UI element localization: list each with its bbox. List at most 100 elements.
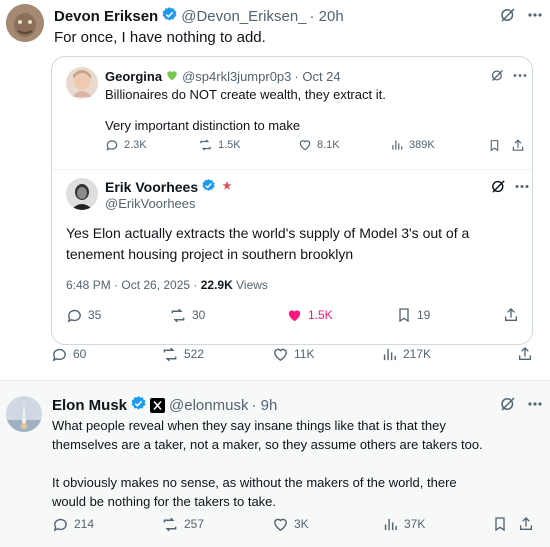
nested-repost-button[interactable]: 30 bbox=[169, 307, 205, 324]
reply-icon bbox=[52, 516, 69, 533]
nested-author-handle[interactable]: @ErikVoorhees bbox=[105, 196, 196, 211]
nested-views-label: Views bbox=[236, 278, 268, 292]
reply-icon bbox=[51, 346, 68, 363]
quote-repost-button[interactable]: 1.5K bbox=[198, 138, 241, 152]
nested-text-line2: tenement housing project in southern bro… bbox=[66, 246, 354, 262]
quote-more-icon[interactable] bbox=[513, 68, 527, 88]
nested-share-button[interactable] bbox=[503, 306, 519, 324]
repost-icon bbox=[169, 307, 187, 324]
quote-author-name[interactable]: Georgina bbox=[105, 69, 162, 84]
reply-count: 214 bbox=[74, 517, 95, 531]
like-button[interactable]: 11K bbox=[272, 346, 314, 363]
nested-bookmark-button[interactable]: 19 bbox=[396, 306, 430, 324]
reply-icon bbox=[105, 138, 119, 152]
heart-icon bbox=[298, 138, 312, 152]
nested-author-name[interactable]: Erik Voorhees bbox=[105, 179, 198, 195]
repost-count: 522 bbox=[184, 347, 205, 361]
views-count: 217K bbox=[403, 347, 432, 361]
repost-icon bbox=[161, 346, 179, 363]
views-icon bbox=[381, 346, 398, 363]
author-handle[interactable]: @elonmusk bbox=[169, 397, 248, 414]
quoted-post[interactable]: Georgina @sp4rkl3jumpr0p3 · Oct 24 Billi… bbox=[51, 56, 533, 345]
bookmark-icon bbox=[396, 306, 412, 324]
post-text-p2-line2: would be nothing for the takers to take. bbox=[52, 494, 277, 509]
post-time[interactable]: · 20h bbox=[310, 8, 344, 25]
bookmark-button[interactable] bbox=[492, 515, 508, 533]
repost-button[interactable]: 257 bbox=[161, 516, 204, 533]
quote-text-line1: Billionaires do NOT create wealth, they … bbox=[105, 87, 386, 102]
quote-bookmark-button[interactable] bbox=[488, 138, 501, 153]
avatar-devon[interactable] bbox=[6, 4, 44, 42]
reply-button[interactable]: 60 bbox=[51, 346, 86, 363]
nested-like-count: 1.5K bbox=[308, 308, 333, 322]
post-devon[interactable]: Devon Eriksen @Devon_Eriksen_ · 20h For … bbox=[0, 0, 550, 380]
nested-grok-icon[interactable] bbox=[490, 178, 507, 200]
post-text: For once, I have nothing to add. bbox=[54, 29, 266, 46]
heart-filled-icon bbox=[286, 307, 303, 324]
like-count: 11K bbox=[294, 347, 315, 361]
views-button[interactable]: 217K bbox=[381, 346, 431, 363]
repost-count: 257 bbox=[184, 517, 205, 531]
avatar-elon[interactable] bbox=[6, 396, 42, 432]
verified-badge-icon bbox=[201, 178, 216, 196]
avatar-georgina[interactable] bbox=[66, 67, 98, 99]
nested-timestamp-row: 6:48 PM · Oct 26, 2025 · 22.9K Views bbox=[66, 277, 268, 293]
quote-share-button[interactable] bbox=[511, 138, 525, 153]
reply-button[interactable]: 214 bbox=[52, 516, 94, 533]
post-text-p2-line1: It obviously makes no sense, as without … bbox=[52, 475, 457, 490]
repost-icon bbox=[198, 138, 213, 152]
verified-badge-icon bbox=[130, 395, 147, 416]
nested-reply-button[interactable]: 35 bbox=[66, 307, 101, 324]
quote-views-button[interactable]: 389K bbox=[390, 138, 435, 152]
quote-views-count: 389K bbox=[409, 139, 435, 151]
quote-author-handle[interactable]: @sp4rkl3jumpr0p3 bbox=[182, 69, 291, 84]
nested-views-count: 22.9K bbox=[200, 278, 233, 292]
post-elon[interactable]: Elon Musk @elonmusk · 9h What people rev… bbox=[0, 380, 550, 547]
nested-timestamp[interactable]: 6:48 PM · Oct 26, 2025 · bbox=[66, 278, 197, 292]
author-name[interactable]: Elon Musk bbox=[52, 397, 127, 414]
reply-count: 60 bbox=[73, 347, 87, 361]
views-count: 37K bbox=[404, 517, 426, 531]
more-icon[interactable] bbox=[527, 395, 543, 418]
author-name[interactable]: Devon Eriksen bbox=[54, 8, 158, 25]
share-icon bbox=[518, 515, 534, 533]
nested-reply-count: 35 bbox=[88, 308, 102, 322]
bookmark-icon bbox=[492, 515, 508, 533]
quote-grok-icon[interactable] bbox=[490, 68, 505, 88]
author-handle[interactable]: @Devon_Eriksen_ bbox=[181, 8, 306, 25]
nested-bookmark-count: 19 bbox=[417, 308, 431, 322]
green-heart-icon bbox=[165, 68, 179, 85]
quote-time[interactable]: · Oct 24 bbox=[294, 69, 340, 84]
repost-icon bbox=[161, 516, 179, 533]
post-text-p1-line2: themselves are a taker, not a maker, so … bbox=[52, 437, 483, 452]
repost-button[interactable]: 522 bbox=[161, 346, 204, 363]
views-icon bbox=[390, 138, 404, 152]
reply-icon bbox=[66, 307, 83, 324]
quote-like-count: 8.1K bbox=[317, 139, 340, 151]
x-affiliate-icon bbox=[150, 398, 166, 413]
avatar-erik[interactable] bbox=[66, 178, 98, 210]
more-icon[interactable] bbox=[527, 6, 543, 29]
share-button[interactable] bbox=[517, 345, 533, 363]
nested-more-icon[interactable] bbox=[515, 178, 529, 200]
quote-divider bbox=[52, 169, 532, 170]
post-time[interactable]: · 9h bbox=[251, 397, 277, 414]
share-icon bbox=[511, 138, 525, 153]
nested-repost-count: 30 bbox=[192, 308, 206, 322]
grok-icon[interactable] bbox=[499, 6, 517, 29]
nested-like-button[interactable]: 1.5K bbox=[286, 307, 333, 324]
quote-reply-button[interactable]: 2.3K bbox=[105, 138, 147, 152]
quote-reply-count: 2.3K bbox=[124, 139, 147, 151]
like-button[interactable]: 3K bbox=[272, 516, 309, 533]
share-icon bbox=[517, 345, 533, 363]
verified-badge-icon bbox=[161, 6, 178, 27]
heart-icon bbox=[272, 516, 289, 533]
quote-like-button[interactable]: 8.1K bbox=[298, 138, 340, 152]
heart-icon bbox=[272, 346, 289, 363]
quote-text-line2: Very important distinction to make bbox=[105, 118, 301, 133]
views-button[interactable]: 37K bbox=[382, 516, 425, 533]
views-icon bbox=[382, 516, 399, 533]
like-count: 3K bbox=[294, 517, 309, 531]
share-button[interactable] bbox=[518, 515, 534, 533]
grok-icon[interactable] bbox=[499, 395, 517, 418]
